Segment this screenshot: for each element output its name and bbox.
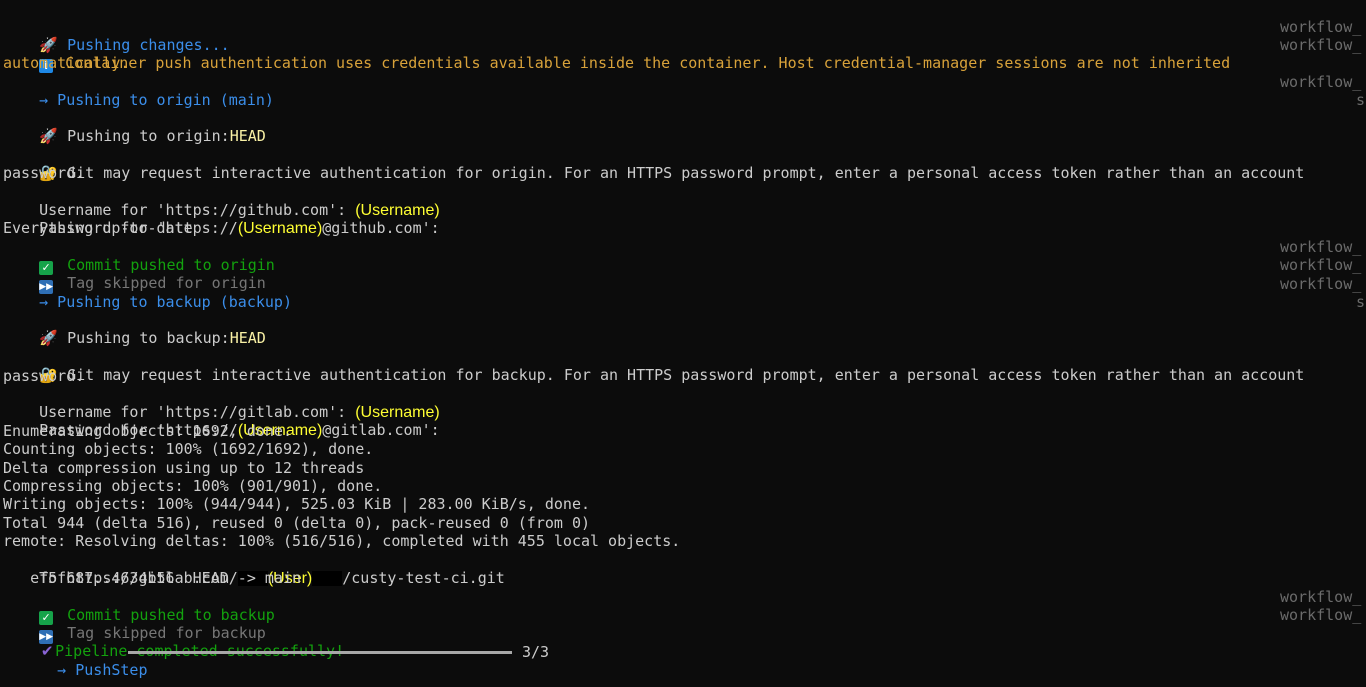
right-label: workflow_ <box>1280 606 1362 624</box>
log-line-push-origin-head: 🚀 Pushing to origin:HEAD <box>39 127 266 145</box>
log-line-info: i Container push authentication uses cred… <box>3 36 1230 73</box>
log-line-enumerating: Enumerating objects: 1692, done. <box>3 422 292 440</box>
log-line-tag-backup: ▶▶ Tag skipped for backup <box>39 624 266 644</box>
right-label: workflow_ <box>1280 275 1362 293</box>
log-line-writing: Writing objects: 100% (944/944), 525.03 … <box>3 495 590 513</box>
log-line-up-to-date: Everything up-to-date <box>3 219 193 237</box>
log-line-auth-origin-cont: password. <box>3 164 85 182</box>
redaction-block <box>312 571 343 586</box>
right-label-s: s <box>1356 91 1366 109</box>
progress-count: 3/3 <box>522 643 550 661</box>
right-label: workflow_ <box>1280 36 1362 54</box>
progress-bar <box>128 651 512 654</box>
right-label-s: s <box>1356 293 1366 311</box>
log-line-compressing: Compressing objects: 100% (901/901), don… <box>3 477 383 495</box>
log-line-resolving: remote: Resolving deltas: 100% (516/516)… <box>3 532 681 550</box>
rocket-icon: 🚀 <box>39 127 58 145</box>
log-line-commit-origin: ✓ Commit pushed to origin <box>3 238 275 275</box>
right-label: workflow_ <box>1280 256 1362 274</box>
right-label: workflow_ <box>1280 18 1362 36</box>
log-line-pipeline-complete: ✔Pipeline completed successfully! <box>40 642 344 660</box>
log-line-tag-origin: ▶▶ Tag skipped for origin <box>39 274 266 294</box>
log-line-total: Total 944 (delta 516), reused 0 (delta 0… <box>3 514 590 532</box>
right-label: workflow_ <box>1280 73 1362 91</box>
log-line-username-github: Username for 'https://github.com': (User… <box>39 201 440 219</box>
log-line-username-gitlab: Username for 'https://gitlab.com': (User… <box>39 403 440 421</box>
log-line-pushing-origin: → Pushing to origin (main) <box>39 91 274 109</box>
log-line-auth-origin: 🔐 Git may request interactive authenticat… <box>39 164 1305 182</box>
log-line-ref-update: ef5f687..4634b56 HEAD -> main <box>3 569 302 587</box>
rocket-icon: 🚀 <box>39 329 58 347</box>
log-line-info-cont: automatically. <box>3 54 130 72</box>
log-line-auth-backup: 🔐 Git may request interactive authenticat… <box>39 366 1305 384</box>
log-line-password-gitlab: Password for 'https://(Username)@gitlab.… <box>39 421 440 439</box>
log-line-push-step: → PushStep <box>39 661 148 679</box>
log-line-pushing-changes: 🚀 Pushing changes... <box>39 36 230 54</box>
log-line-password-github: Password for 'https://(Username)@github.… <box>39 219 440 237</box>
log-line-counting: Counting objects: 100% (1692/1692), done… <box>3 440 374 458</box>
log-line-commit-backup: ✓ Commit pushed to backup <box>3 588 275 625</box>
log-line-pushing-backup: → Pushing to backup (backup) <box>39 293 292 311</box>
log-line-push-backup-head: 🚀 Pushing to backup:HEAD <box>39 329 266 347</box>
progress-bar-fill <box>128 651 512 654</box>
right-label: workflow_ <box>1280 588 1362 606</box>
log-line-delta-compression: Delta compression using up to 12 threads <box>3 459 365 477</box>
log-line-to-remote: To https://gitlab.com/(User)/custy-test-… <box>39 569 505 587</box>
log-line-auth-backup-cont: password. <box>3 367 85 385</box>
right-label: workflow_ <box>1280 238 1362 256</box>
terminal-window[interactable]: 🚀 Pushing changes... workflow_ i Container… <box>0 0 1366 687</box>
